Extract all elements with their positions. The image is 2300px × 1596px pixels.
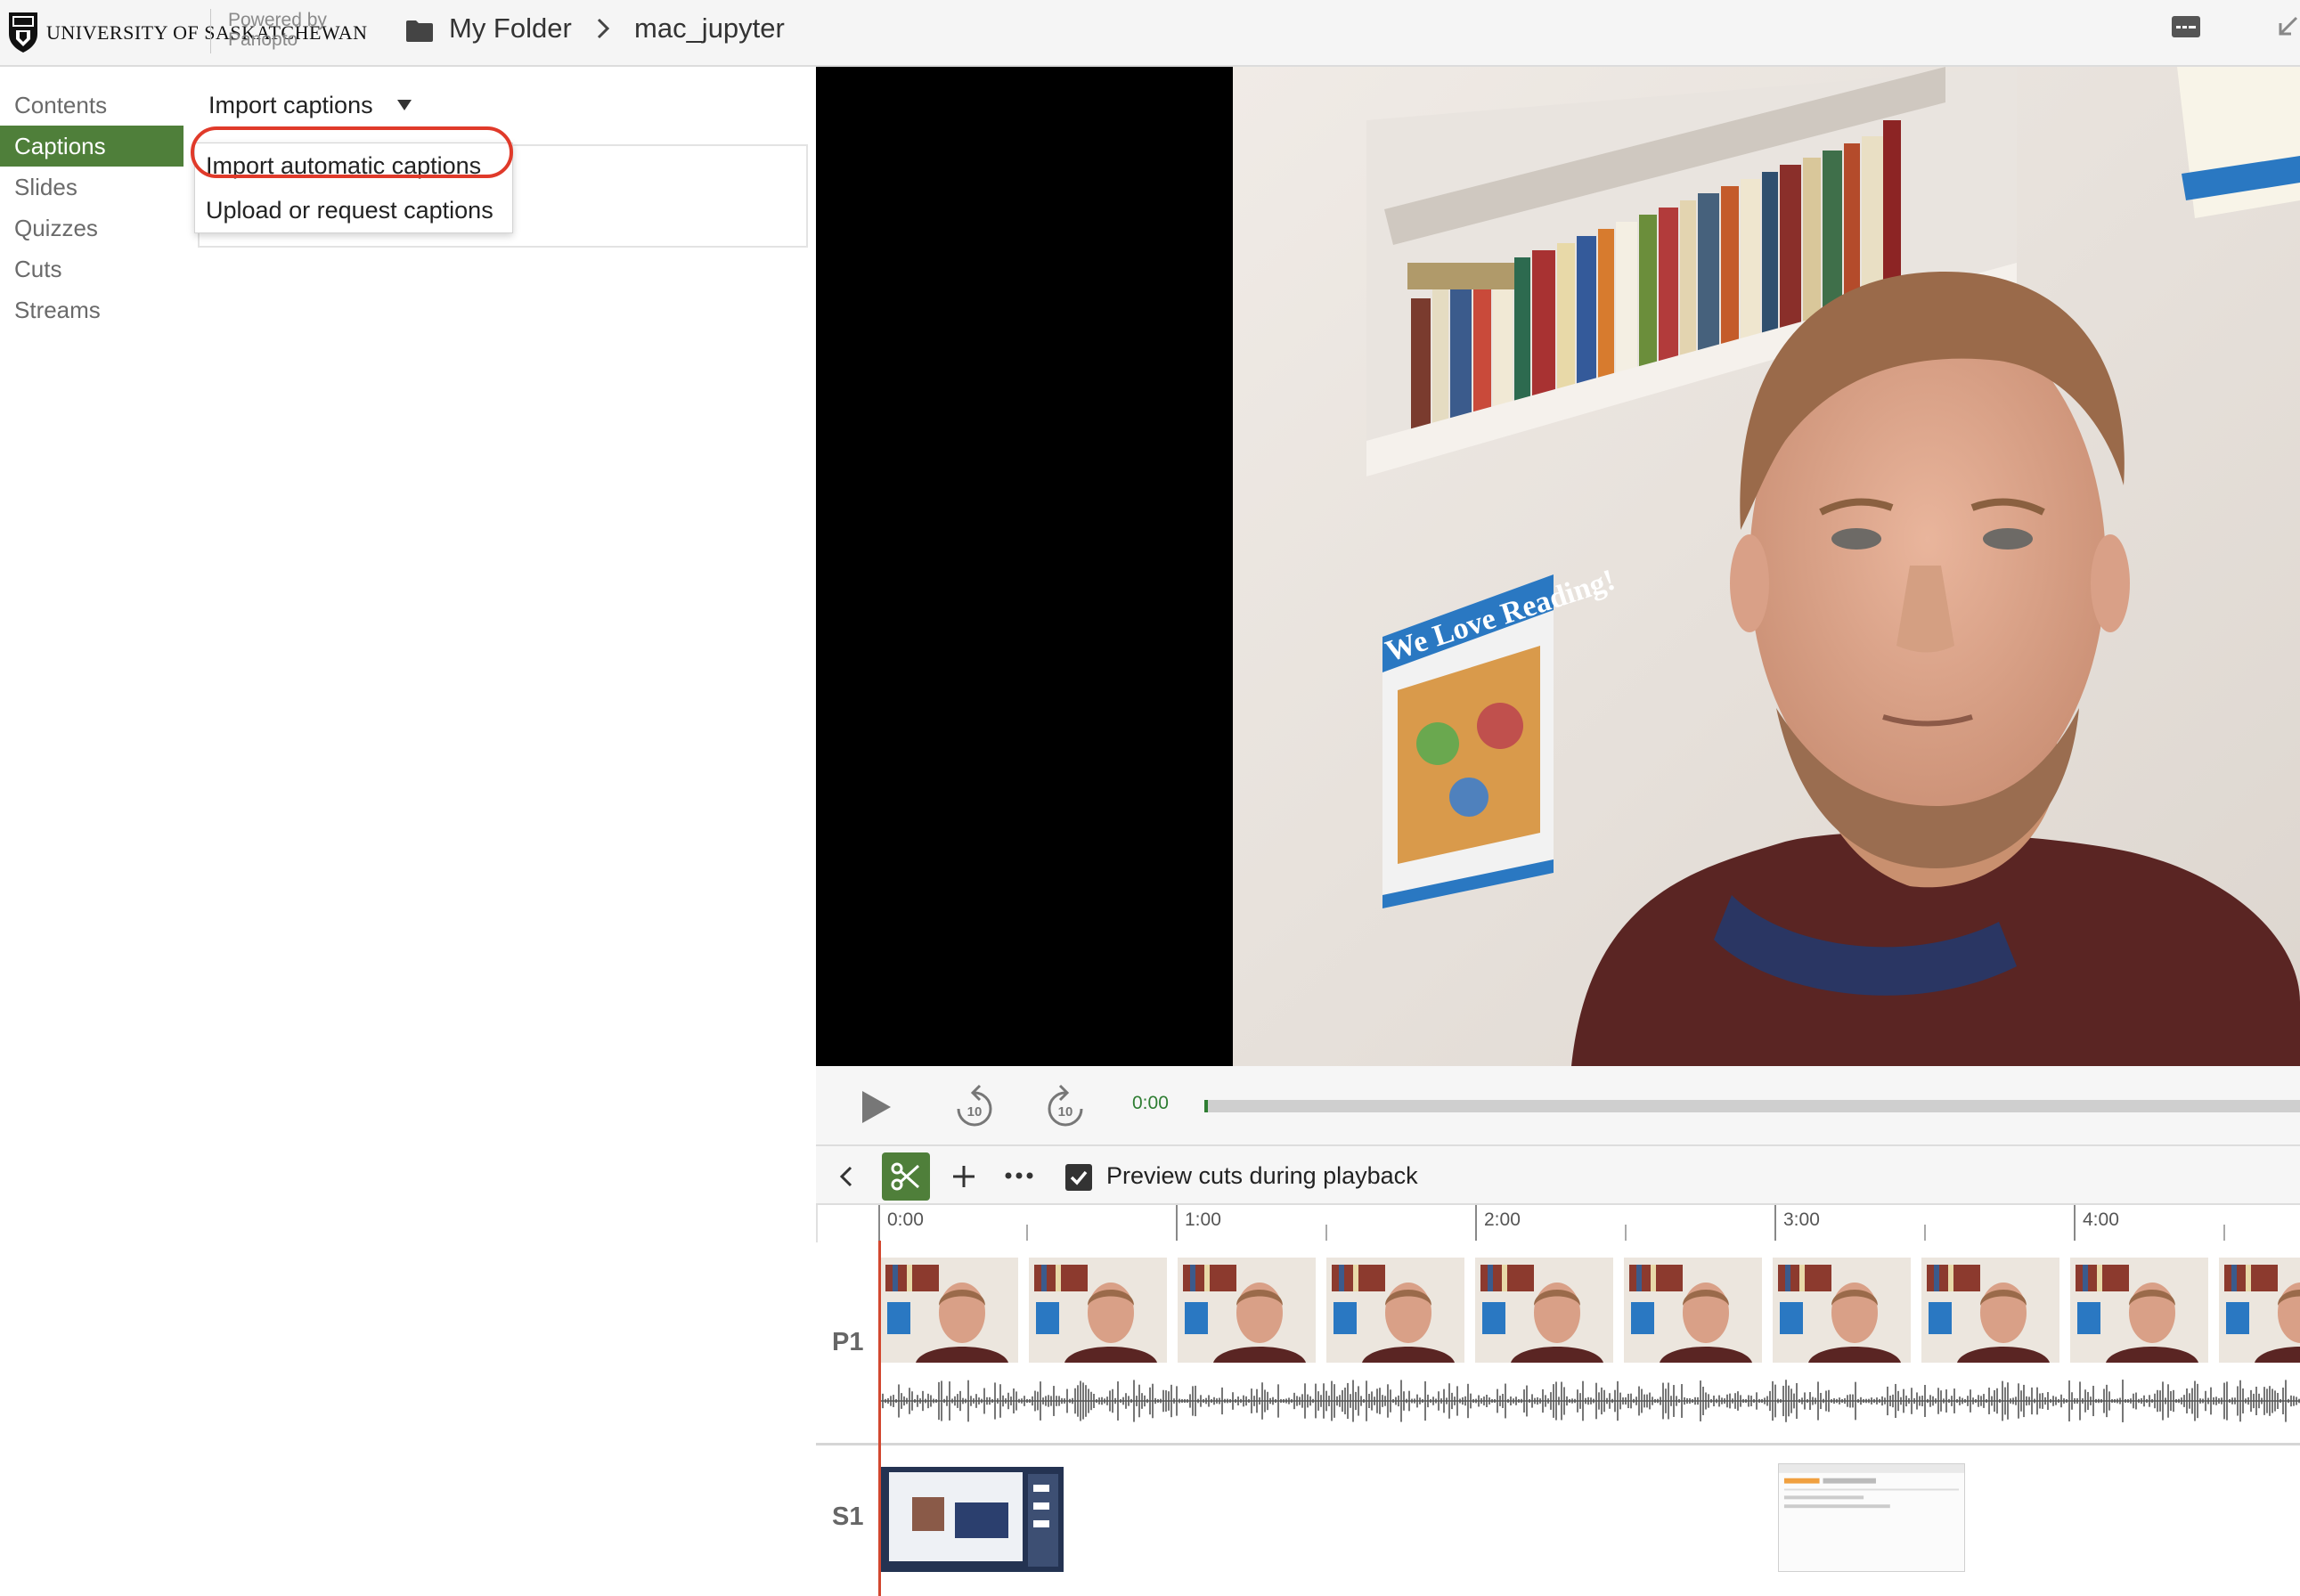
audio-waveform — [880, 1380, 2300, 1422]
video-thumbnail — [1624, 1258, 1762, 1363]
logo-divider — [210, 9, 211, 53]
tick-label: 4:00 — [2083, 1209, 2119, 1230]
tick-label: 3:00 — [1783, 1209, 1820, 1230]
player-controls: 10 10 0:00 — [816, 1066, 2300, 1146]
tick-minor — [1026, 1225, 1028, 1241]
video-thumbnail — [1773, 1258, 1911, 1363]
tick-label: 2:00 — [1484, 1209, 1521, 1230]
screen-thumbnail — [880, 1467, 1064, 1572]
scissors-icon — [891, 1162, 920, 1191]
tick-major — [1176, 1205, 1178, 1241]
video-thumbnail — [2219, 1258, 2300, 1363]
tick-minor — [2223, 1225, 2225, 1241]
breadcrumb-folder[interactable]: My Folder — [449, 12, 572, 45]
more-options-icon[interactable] — [1003, 1169, 1035, 1182]
video-thumbnail — [1326, 1258, 1464, 1363]
menu-upload-or-request-captions[interactable]: Upload or request captions — [195, 188, 512, 232]
chevron-right-icon — [597, 18, 610, 39]
powered-by-text: Powered by — [228, 10, 327, 30]
progress-fill — [1204, 1100, 1208, 1112]
current-time: 0:00 — [1132, 1093, 1169, 1113]
import-captions-menu: Import automatic captions Upload or requ… — [194, 142, 513, 233]
track-primary[interactable]: P1 — [816, 1242, 2300, 1445]
screen-thumbnail — [1778, 1463, 1965, 1572]
preview-cuts-label[interactable]: Preview cuts during playback — [1106, 1162, 1418, 1190]
checkmark-icon — [1070, 1170, 1088, 1185]
crest-icon — [9, 12, 37, 53]
chevron-left-icon[interactable] — [837, 1164, 855, 1189]
tick-label: 0:00 — [887, 1209, 924, 1230]
video-thumbnail — [1921, 1258, 2059, 1363]
track-label-p1: P1 — [832, 1328, 864, 1356]
exit-arrow-icon[interactable] — [2270, 12, 2300, 43]
video-thumbnail — [1178, 1258, 1316, 1363]
forward-10-icon[interactable]: 10 — [1044, 1084, 1087, 1130]
rewind-10-icon[interactable]: 10 — [953, 1084, 996, 1130]
tick-minor — [1625, 1225, 1627, 1241]
cut-tool-button[interactable] — [882, 1152, 930, 1201]
track-label-s1: S1 — [832, 1502, 864, 1531]
folder-icon — [406, 20, 433, 42]
video-thumbnail — [880, 1258, 1018, 1363]
playhead[interactable] — [878, 1241, 881, 1596]
preview-cuts-checkbox[interactable] — [1065, 1164, 1092, 1191]
top-header: UNIVERSITY OF SASKATCHEWAN Powered by Pa… — [0, 0, 2300, 67]
plus-icon[interactable] — [950, 1162, 978, 1191]
tick-major — [878, 1205, 880, 1241]
nav-streams[interactable]: Streams — [0, 289, 184, 330]
play-icon[interactable] — [855, 1087, 894, 1127]
track-secondary[interactable]: S1 — [816, 1445, 2300, 1596]
nav-cuts[interactable]: Cuts — [0, 248, 184, 289]
video-thumbnail — [1029, 1258, 1167, 1363]
panopto-text: Panopto — [228, 29, 298, 50]
progress-bar[interactable] — [1204, 1100, 2300, 1112]
captions-icon[interactable] — [2170, 12, 2202, 41]
powered-by-panopto[interactable]: Powered by Panopto — [228, 11, 327, 50]
breadcrumb-session[interactable]: mac_jupyter — [634, 12, 785, 45]
video-frame: We Love Reading! — [1233, 67, 2300, 1066]
timeline-ruler[interactable]: 0:00 1:00 2:00 3:00 4:00 — [816, 1205, 2300, 1243]
caret-down-icon[interactable] — [396, 98, 413, 112]
tick-major — [2074, 1205, 2076, 1241]
tick-label: 1:00 — [1185, 1209, 1221, 1230]
editor-sidebar: Contents Captions Slides Quizzes Cuts St… — [0, 85, 184, 330]
tick-major — [1475, 1205, 1477, 1241]
video-thumbnail — [1475, 1258, 1613, 1363]
tick-minor — [1924, 1225, 1926, 1241]
forward-seconds: 10 — [1058, 1104, 1073, 1120]
video-player[interactable]: We Love Reading! — [816, 67, 2300, 1066]
tick-major — [1774, 1205, 1776, 1241]
nav-quizzes[interactable]: Quizzes — [0, 208, 184, 248]
import-captions-button[interactable]: Import captions — [208, 87, 373, 123]
nav-captions[interactable]: Captions — [0, 126, 184, 167]
video-thumbnail — [2070, 1258, 2208, 1363]
editor-toolbar: Preview cuts during playback — [816, 1146, 2300, 1205]
menu-import-automatic-captions[interactable]: Import automatic captions — [195, 143, 512, 188]
nav-contents[interactable]: Contents — [0, 85, 184, 126]
tick-minor — [1325, 1225, 1327, 1241]
rewind-seconds: 10 — [967, 1104, 983, 1120]
nav-slides[interactable]: Slides — [0, 167, 184, 208]
